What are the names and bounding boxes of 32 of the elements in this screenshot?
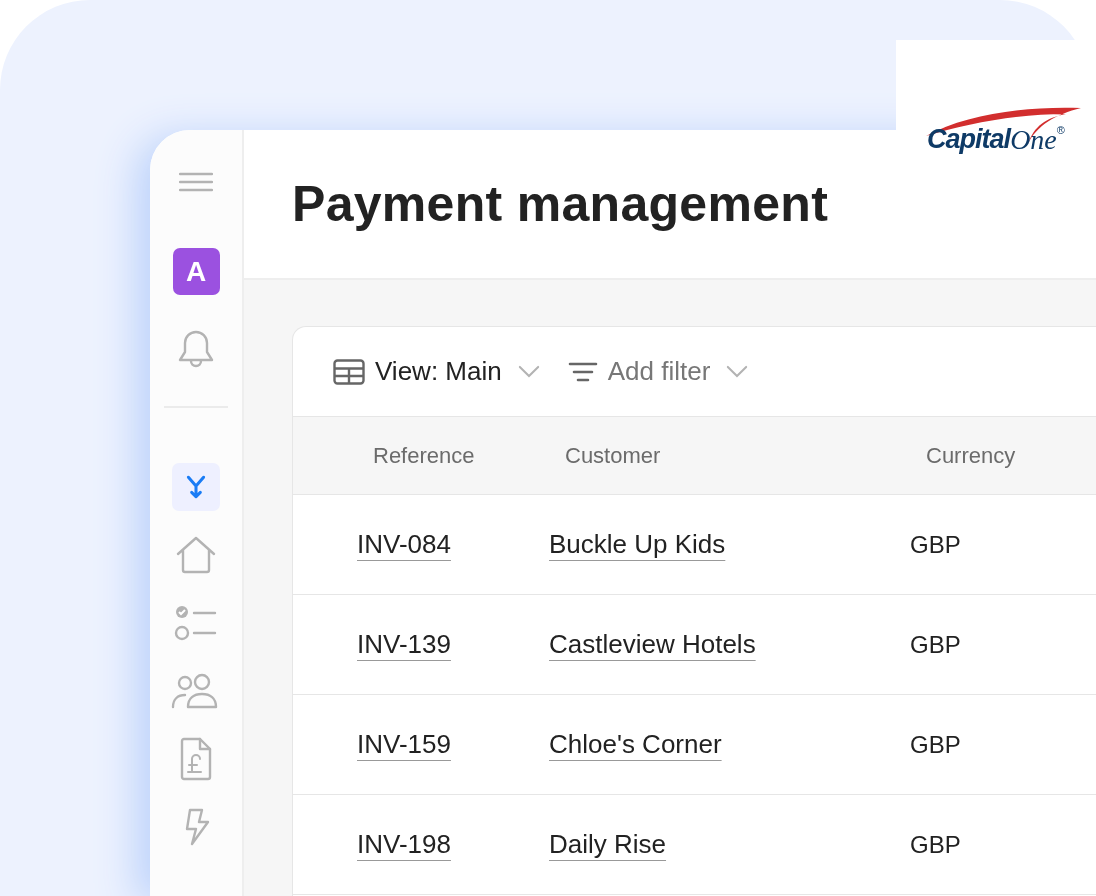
pound-document-icon bbox=[178, 737, 214, 781]
column-header: Currency bbox=[926, 442, 1016, 468]
table-cell: GBP bbox=[910, 630, 961, 658]
bell-icon[interactable] bbox=[177, 328, 215, 370]
registered-mark: ® bbox=[1056, 124, 1065, 136]
customer-link[interactable]: Castleview Hotels bbox=[549, 629, 756, 659]
table-cell: GBP bbox=[910, 730, 961, 758]
table-icon bbox=[333, 358, 365, 385]
nav-item[interactable] bbox=[172, 463, 220, 511]
logo-text: One bbox=[1010, 124, 1057, 156]
logo-text: Capital bbox=[927, 124, 1011, 155]
view-selector[interactable]: View: Main bbox=[333, 356, 540, 387]
caret-icon bbox=[726, 365, 749, 378]
page-title: Payment management bbox=[292, 175, 829, 233]
menu-icon[interactable] bbox=[179, 172, 213, 192]
home-icon bbox=[175, 535, 217, 575]
table-cell: GBP bbox=[910, 530, 961, 558]
caret-icon bbox=[517, 365, 540, 378]
customer-link[interactable]: Daily Rise bbox=[549, 829, 667, 859]
reference-link[interactable]: INV-084 bbox=[357, 529, 451, 559]
customer-link[interactable]: Buckle Up Kids bbox=[549, 529, 726, 559]
avatar[interactable]: A bbox=[172, 248, 220, 295]
add-filter-button[interactable]: Add filter bbox=[567, 356, 749, 387]
table-cell: GBP bbox=[910, 830, 961, 858]
reference-link[interactable]: INV-198 bbox=[357, 829, 451, 859]
column-header: Reference bbox=[373, 442, 475, 468]
checklist-icon bbox=[174, 604, 218, 642]
filter-icon bbox=[567, 360, 598, 383]
reference-link[interactable]: INV-139 bbox=[357, 629, 451, 659]
column-header: Customer bbox=[565, 442, 661, 468]
reference-link[interactable]: INV-159 bbox=[357, 729, 451, 759]
customer-link[interactable]: Chloe's Corner bbox=[549, 729, 722, 759]
